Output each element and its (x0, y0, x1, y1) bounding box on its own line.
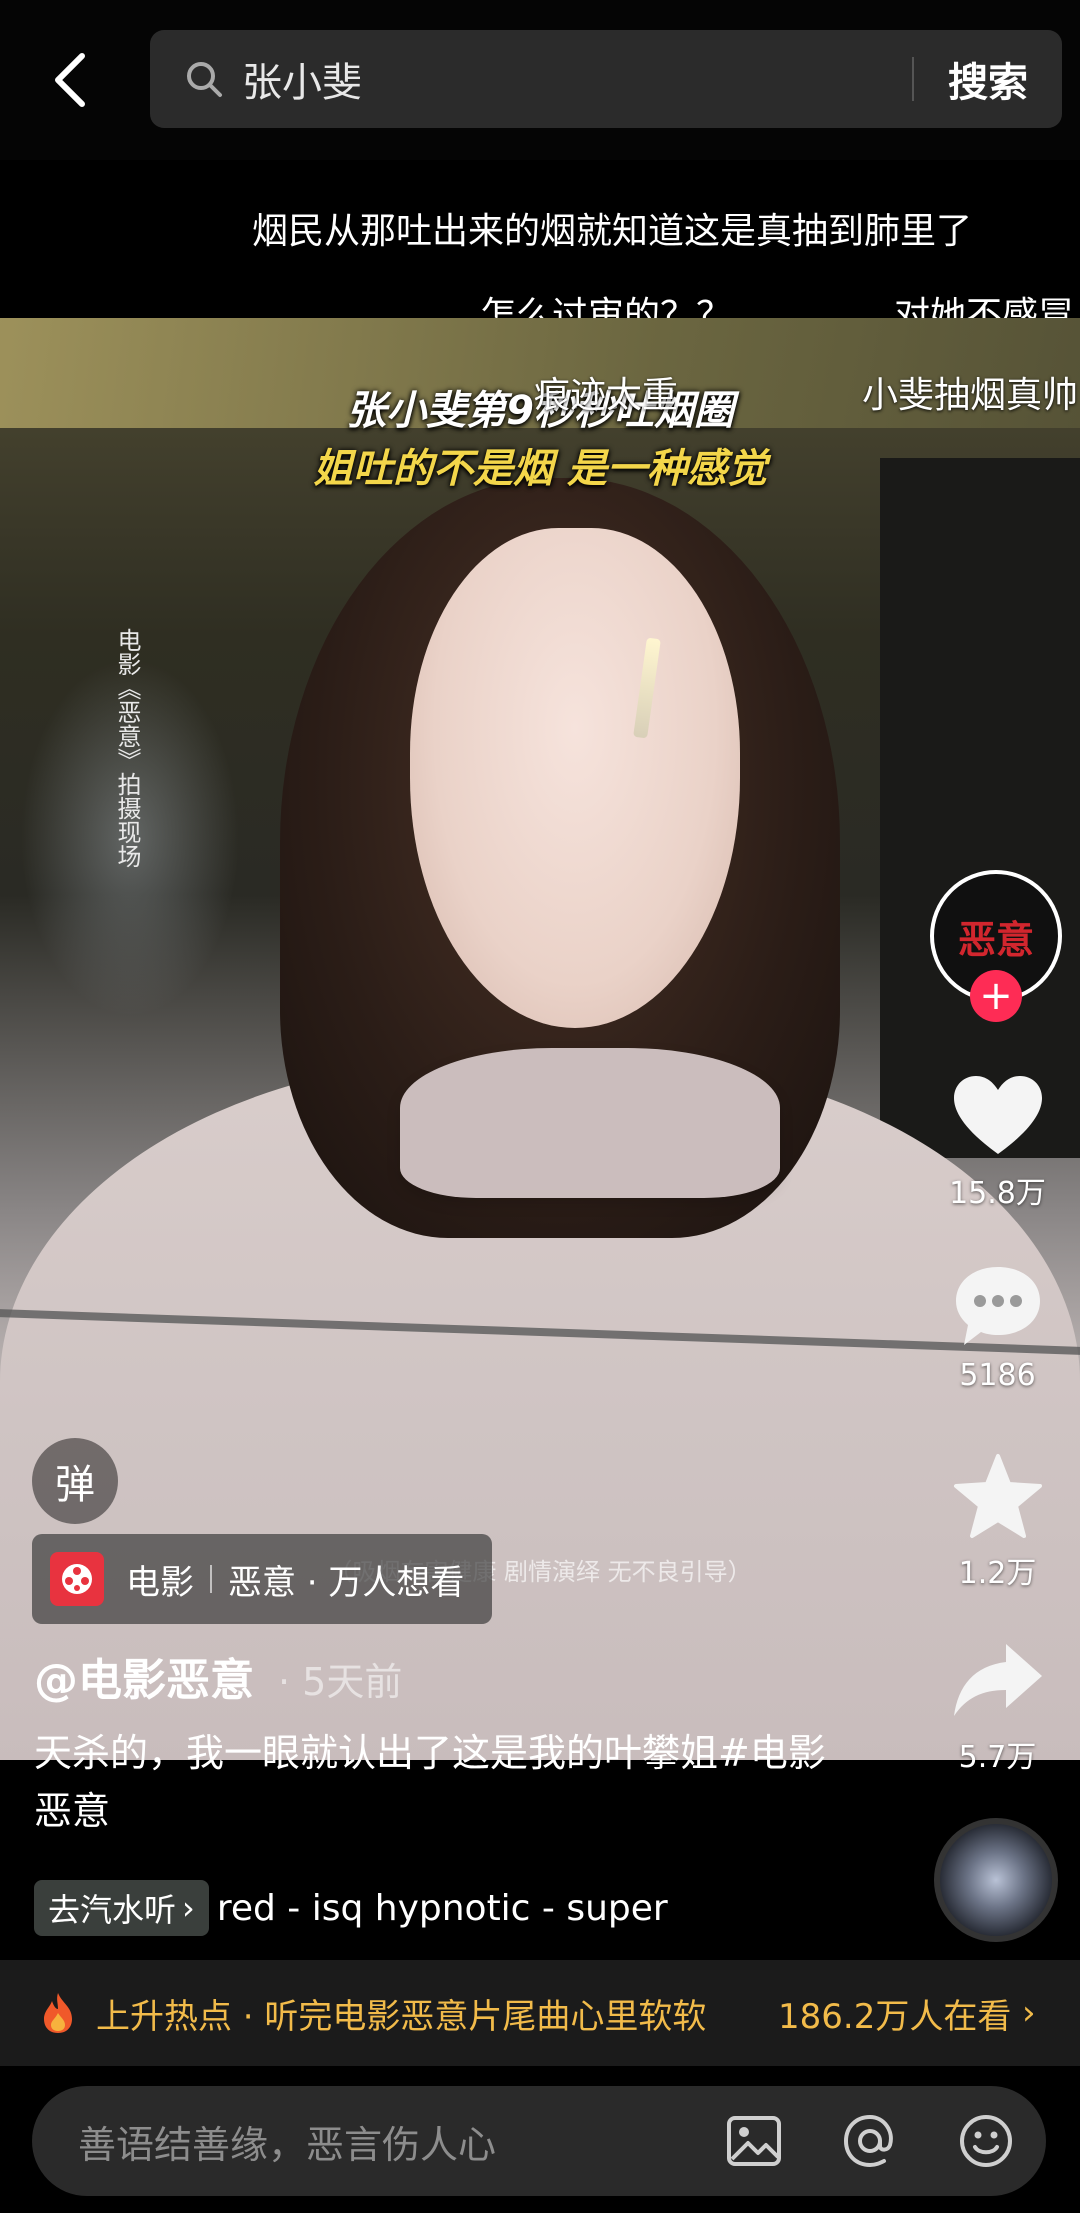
chevron-right-icon: › (182, 1889, 195, 1927)
chip-divider (210, 1565, 212, 1593)
movie-title: 恶意 · 万人想看 (228, 1562, 465, 1603)
at-icon[interactable] (840, 2111, 900, 2171)
video-caption: 姐吐的不是烟 是一种感觉 (313, 446, 767, 492)
danmaku-comment: 小斐抽烟真帅 (862, 375, 1079, 416)
danmaku-comment: 痕迹太重 (534, 375, 679, 416)
search-button[interactable]: 搜索 (914, 50, 1062, 108)
search-icon (184, 59, 224, 99)
open-in-qishui-label: 去汽水听 (48, 1891, 177, 1929)
chevron-right-icon: › (1022, 1993, 1036, 2033)
follow-button[interactable]: + (970, 970, 1022, 1022)
back-button[interactable] (40, 40, 100, 120)
movie-category: 电影 (126, 1562, 194, 1603)
video-vertical-label: 电影《恶意》拍摄现场 (113, 628, 141, 868)
danmaku-toggle-button[interactable]: 弹 (32, 1438, 118, 1524)
comment-input[interactable]: 善语结善缘，恶言伤人心 (78, 2114, 724, 2169)
video-subject-collar (400, 1048, 780, 1198)
share-button[interactable]: 5.7万 (940, 1630, 1055, 1776)
favorite-count: 1.2万 (958, 1556, 1037, 1591)
heart-icon (948, 1066, 1048, 1166)
music-row[interactable]: 去汽水听 › red - isq hypnotic - super (34, 1880, 894, 1936)
danmaku-comment: 烟民从那吐出来的烟就知道这是真抽到肺里了 (252, 211, 973, 252)
search-input[interactable]: 张小斐 (242, 50, 912, 108)
comment-input-bar[interactable]: 善语结善缘，恶言伤人心 (32, 2086, 1046, 2196)
creator-avatar-logo: 恶意 (957, 916, 1034, 962)
like-button[interactable]: 15.8万 (940, 1066, 1055, 1212)
movie-anchor-chip[interactable]: 电影 恶意 · 万人想看 (32, 1534, 492, 1624)
music-disc[interactable] (934, 1818, 1058, 1942)
comment-button[interactable]: 5186 (940, 1256, 1055, 1393)
post-time: · 5天前 (278, 1660, 403, 1704)
like-count: 15.8万 (949, 1176, 1046, 1211)
trending-title: 上升热点 · 听完电影恶意片尾曲心里软软 (96, 1996, 707, 2037)
trending-viewers: 186.2万人在看 (778, 1996, 1012, 2037)
back-arrow-icon (55, 53, 85, 107)
favorite-button[interactable]: 1.2万 (940, 1446, 1055, 1592)
share-count: 5.7万 (958, 1740, 1037, 1775)
emoji-icon[interactable] (956, 2111, 1016, 2171)
video-background (880, 458, 1080, 1158)
trending-bar[interactable]: 上升热点 · 听完电影恶意片尾曲心里软软 186.2万人在看 › (0, 1960, 1080, 2066)
author-name[interactable]: @电影恶意 (34, 1644, 254, 1708)
comment-count: 5186 (959, 1358, 1036, 1393)
open-in-qishui-button[interactable]: 去汽水听 › (34, 1880, 209, 1936)
film-icon (50, 1552, 104, 1606)
top-bar: 张小斐 搜索 (0, 0, 1080, 160)
image-icon[interactable] (724, 2111, 784, 2171)
music-track-title: red - isq hypnotic - super (216, 1887, 668, 1929)
post-description[interactable]: 天杀的，我一眼就认出了这是我的叶攀姐#电影恶意 (34, 1724, 834, 1840)
share-icon (948, 1630, 1048, 1730)
search-bar[interactable]: 张小斐 搜索 (150, 30, 1062, 128)
fire-icon (38, 1991, 78, 2035)
video-subject-face (410, 528, 740, 1028)
author-line: @电影恶意 · 5天前 (34, 1644, 402, 1708)
star-icon (948, 1446, 1048, 1546)
comment-icon (948, 1256, 1048, 1356)
